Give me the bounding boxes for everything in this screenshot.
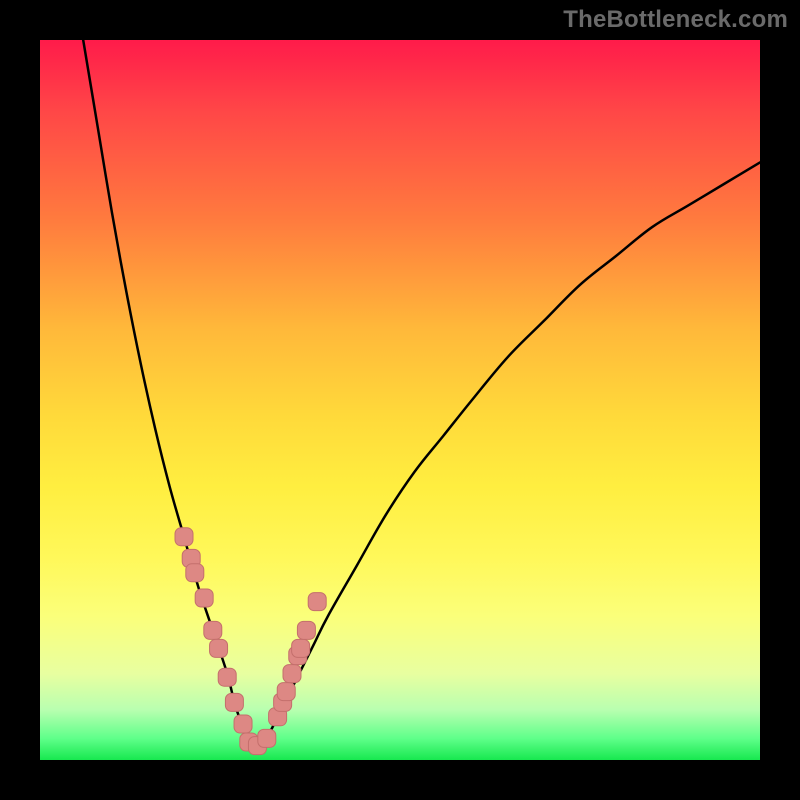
data-marker <box>308 593 326 611</box>
chart-frame: TheBottleneck.com <box>0 0 800 800</box>
data-marker <box>186 564 204 582</box>
bottleneck-curve-left <box>83 40 256 749</box>
data-marker <box>175 528 193 546</box>
data-marker <box>204 621 222 639</box>
data-marker <box>225 693 243 711</box>
data-marker <box>195 589 213 607</box>
data-marker <box>277 683 295 701</box>
data-marker <box>218 668 236 686</box>
data-marker <box>297 621 315 639</box>
data-marker <box>210 639 228 657</box>
watermark-text: TheBottleneck.com <box>563 6 788 34</box>
data-marker <box>234 715 252 733</box>
marker-group <box>175 528 326 755</box>
data-marker <box>258 729 276 747</box>
plot-area <box>40 40 760 760</box>
data-marker <box>283 665 301 683</box>
data-marker <box>292 639 310 657</box>
curve-layer <box>40 40 760 760</box>
bottleneck-curve-right <box>256 162 760 749</box>
